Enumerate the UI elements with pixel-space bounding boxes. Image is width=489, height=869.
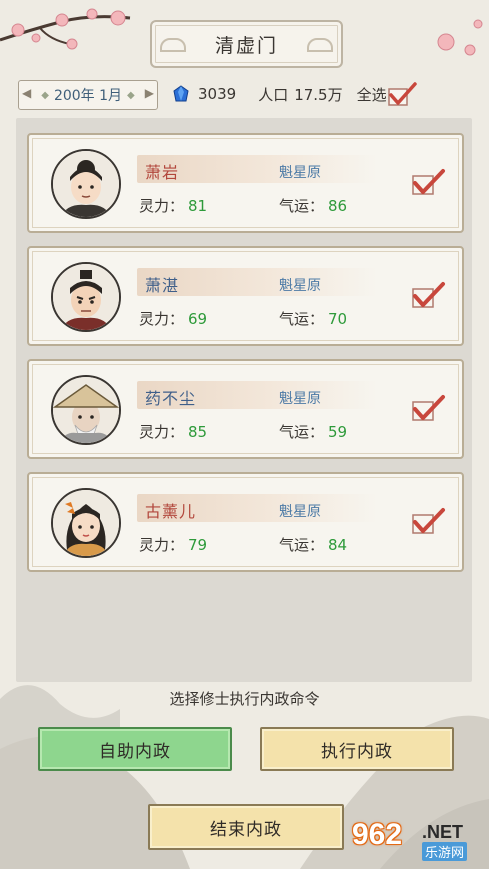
- watermark-site: 乐游网: [422, 842, 468, 861]
- date-label: 200年 1月: [53, 88, 123, 104]
- disciple-card[interactable]: 古薰儿 魁星原 灵力： 79 气运： 84: [27, 472, 464, 572]
- disciple-name: 萧岩: [145, 163, 180, 182]
- disciple-name: 萧湛: [145, 276, 180, 295]
- qiyun-value: 70: [328, 310, 348, 328]
- lingli-stat: 灵力： 81: [139, 195, 207, 216]
- resource-bar: 3039 人口 17.5万 全选: [172, 80, 417, 108]
- select-all-toggle[interactable]: 全选: [357, 81, 417, 107]
- qiyun-stat: 气运： 70: [279, 308, 347, 329]
- qiyun-stat: 气运： 86: [279, 195, 347, 216]
- qiyun-label: 气运：: [279, 310, 325, 328]
- disciple-card[interactable]: 萧湛 魁星原 灵力： 69 气运： 70: [27, 246, 464, 346]
- check-icon[interactable]: [410, 506, 446, 536]
- lingli-label: 灵力：: [139, 536, 185, 554]
- select-all-label: 全选: [356, 85, 387, 104]
- qiyun-value: 86: [328, 197, 348, 215]
- lingli-stat: 灵力： 79: [139, 534, 207, 555]
- disciple-location: 魁星原: [279, 504, 321, 520]
- qiyun-value: 84: [328, 536, 348, 554]
- disciple-location: 魁星原: [279, 278, 321, 294]
- instruction-text: 选择修士执行内政命令: [169, 690, 320, 708]
- plum-branch-decoration: [0, 8, 131, 50]
- watermark-net: .NET: [422, 822, 464, 842]
- disciple-avatar: [51, 488, 121, 558]
- site-watermark-logo: 962 .NET 乐游网: [352, 816, 482, 862]
- lingli-label: 灵力：: [139, 423, 185, 441]
- sect-title: 清虚门: [150, 20, 343, 68]
- population-label: 人口: [258, 85, 289, 104]
- disciple-card[interactable]: 药不尘 魁星原 灵力： 85 气运： 59: [27, 359, 464, 459]
- check-icon: [387, 82, 417, 106]
- lingli-label: 灵力：: [139, 197, 185, 215]
- auto-governance-button[interactable]: 自助内政: [38, 727, 232, 771]
- lingli-value: 85: [188, 423, 208, 441]
- qiyun-value: 59: [328, 423, 348, 441]
- chevron-left-icon: ◀: [22, 86, 32, 100]
- disciple-card[interactable]: 萧岩 魁星原 灵力： 81 气运： 86: [27, 133, 464, 233]
- watermark-number: 962: [352, 818, 403, 851]
- disciple-name: 药不尘: [145, 389, 197, 408]
- diamond-icon: ◆: [127, 89, 135, 101]
- disciple-avatar: [51, 149, 121, 219]
- qiyun-label: 气运：: [279, 197, 325, 215]
- lingli-stat: 灵力： 69: [139, 308, 207, 329]
- plum-blossom-decoration: [437, 19, 483, 56]
- end-governance-button[interactable]: 结束内政: [148, 804, 344, 850]
- blue-gem-icon: [173, 85, 189, 102]
- qiyun-stat: 气运： 59: [279, 421, 347, 442]
- lingli-value: 79: [188, 536, 208, 554]
- qiyun-label: 气运：: [279, 423, 325, 441]
- lingli-stat: 灵力： 85: [139, 421, 207, 442]
- check-icon[interactable]: [410, 280, 446, 310]
- chevron-right-icon: ▶: [144, 86, 154, 100]
- qiyun-stat: 气运： 84: [279, 534, 347, 555]
- lingli-value: 69: [188, 310, 208, 328]
- date-display: ◀ ◆ 200年 1月 ◆ ▶: [18, 80, 158, 110]
- check-icon[interactable]: [410, 393, 446, 423]
- disciple-avatar: [51, 262, 121, 332]
- check-icon[interactable]: [410, 167, 446, 197]
- qiyun-label: 气运：: [279, 536, 325, 554]
- population-value: 17.5万: [294, 85, 343, 104]
- disciple-avatar: [51, 375, 121, 445]
- lingli-value: 81: [188, 197, 208, 215]
- disciple-location: 魁星原: [279, 391, 321, 407]
- lingli-label: 灵力：: [139, 310, 185, 328]
- diamond-icon: ◆: [41, 89, 49, 101]
- disciple-name: 古薰儿: [145, 502, 197, 521]
- execute-governance-button[interactable]: 执行内政: [260, 727, 454, 771]
- disciple-location: 魁星原: [279, 165, 321, 181]
- spirit-stone-count: 3039: [198, 85, 237, 103]
